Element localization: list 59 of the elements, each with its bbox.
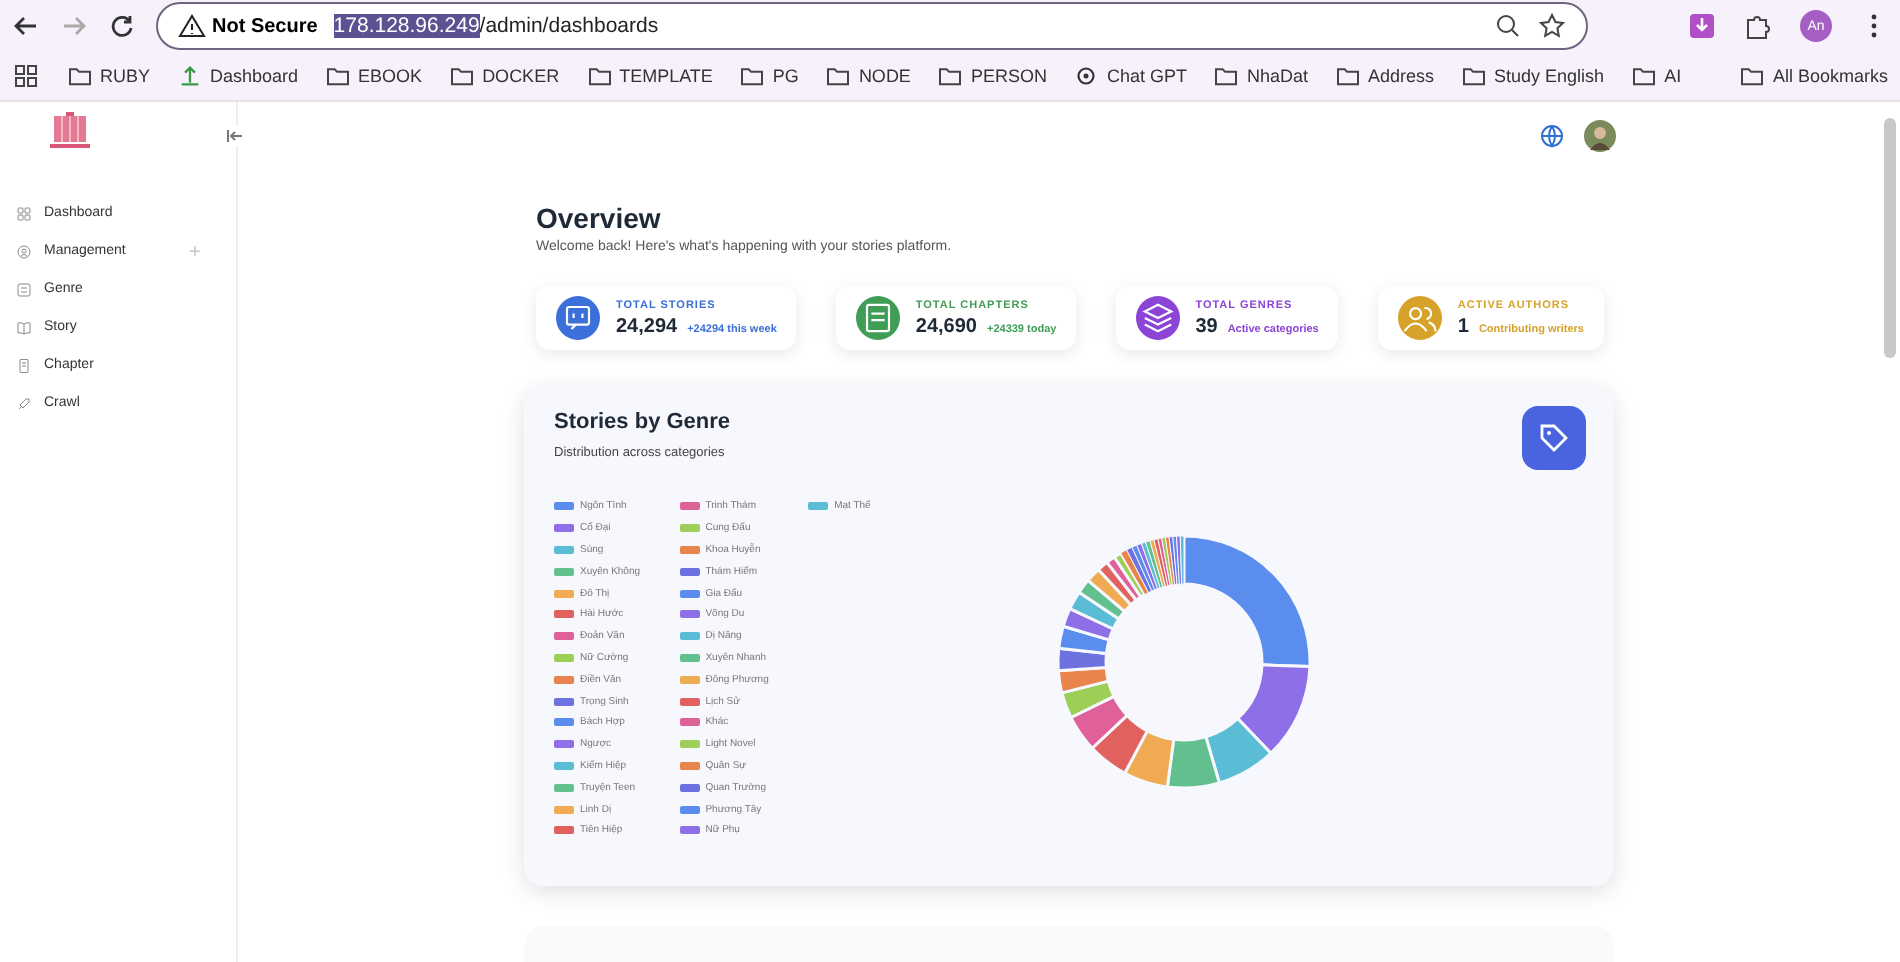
tag-button[interactable] bbox=[1522, 406, 1586, 470]
stat-value: 39 bbox=[1195, 315, 1218, 337]
chart-slice bbox=[1165, 735, 1221, 790]
stat-value: 24,690 bbox=[915, 315, 977, 337]
bookmark[interactable]: NhaDat bbox=[1214, 66, 1308, 86]
folder-icon bbox=[1336, 66, 1360, 86]
bookmark[interactable]: Dashboard bbox=[178, 66, 299, 86]
star-icon[interactable] bbox=[1538, 12, 1566, 40]
knot-icon bbox=[1074, 66, 1099, 86]
logo-icon[interactable] bbox=[44, 110, 96, 154]
bookmark[interactable]: RUBY bbox=[68, 66, 151, 86]
arrow-up-icon bbox=[178, 66, 203, 86]
security-label: Not Secure bbox=[212, 15, 318, 37]
all-bookmarks[interactable]: All Bookmarks bbox=[1740, 66, 1888, 86]
bookmark[interactable]: DOCKER bbox=[450, 66, 560, 86]
chart-title: Stories by Genre bbox=[554, 410, 733, 434]
stat-value: 1 bbox=[1457, 315, 1469, 337]
globe-icon[interactable] bbox=[1540, 124, 1564, 148]
document-icon bbox=[16, 357, 32, 373]
reload-icon[interactable] bbox=[108, 12, 136, 40]
folder-icon bbox=[938, 66, 963, 86]
scrollbar-thumb[interactable] bbox=[1884, 118, 1896, 358]
apps-icon[interactable] bbox=[12, 62, 40, 90]
bookmark[interactable]: EBOOK bbox=[326, 66, 423, 86]
folder-icon bbox=[1462, 66, 1487, 86]
user-avatar[interactable] bbox=[1584, 120, 1616, 152]
security-warning[interactable]: Not Secure bbox=[178, 12, 318, 40]
bookmark[interactable]: NODE bbox=[826, 66, 911, 86]
folder-icon bbox=[326, 66, 351, 86]
folder-icon bbox=[1214, 66, 1239, 86]
list-icon bbox=[16, 281, 32, 297]
download-icon[interactable] bbox=[1688, 12, 1716, 40]
bookmark[interactable]: PG bbox=[740, 66, 799, 86]
grid-icon bbox=[16, 205, 32, 221]
folder-icon bbox=[826, 66, 851, 86]
folder-icon bbox=[68, 66, 92, 86]
stat-value: 24,294 bbox=[616, 315, 678, 337]
chart-slice bbox=[1123, 729, 1176, 789]
back-icon[interactable] bbox=[12, 12, 40, 40]
tag-icon bbox=[1538, 422, 1570, 454]
chart-slice bbox=[1204, 717, 1273, 785]
page-title: Overview bbox=[536, 202, 663, 234]
folder-icon bbox=[1740, 66, 1765, 86]
zoom-icon[interactable] bbox=[1494, 12, 1522, 40]
bookmark[interactable]: Chat GPT bbox=[1074, 66, 1187, 86]
plus-icon bbox=[190, 246, 200, 256]
puzzle-icon[interactable] bbox=[1744, 12, 1772, 40]
folder-icon bbox=[450, 66, 475, 86]
bookmark[interactable]: TEMPLATE bbox=[587, 66, 713, 86]
book-icon bbox=[16, 319, 32, 335]
bookmark[interactable]: Study English bbox=[1462, 66, 1605, 86]
warning-icon bbox=[178, 12, 206, 40]
bookmark[interactable]: AI bbox=[1632, 66, 1682, 86]
user-icon bbox=[16, 243, 32, 259]
folder-icon bbox=[1632, 66, 1657, 86]
folder-icon bbox=[740, 66, 765, 86]
bookmark[interactable]: PERSON bbox=[938, 66, 1047, 86]
bookmark[interactable]: Address bbox=[1336, 66, 1435, 86]
folder-icon bbox=[587, 66, 612, 86]
